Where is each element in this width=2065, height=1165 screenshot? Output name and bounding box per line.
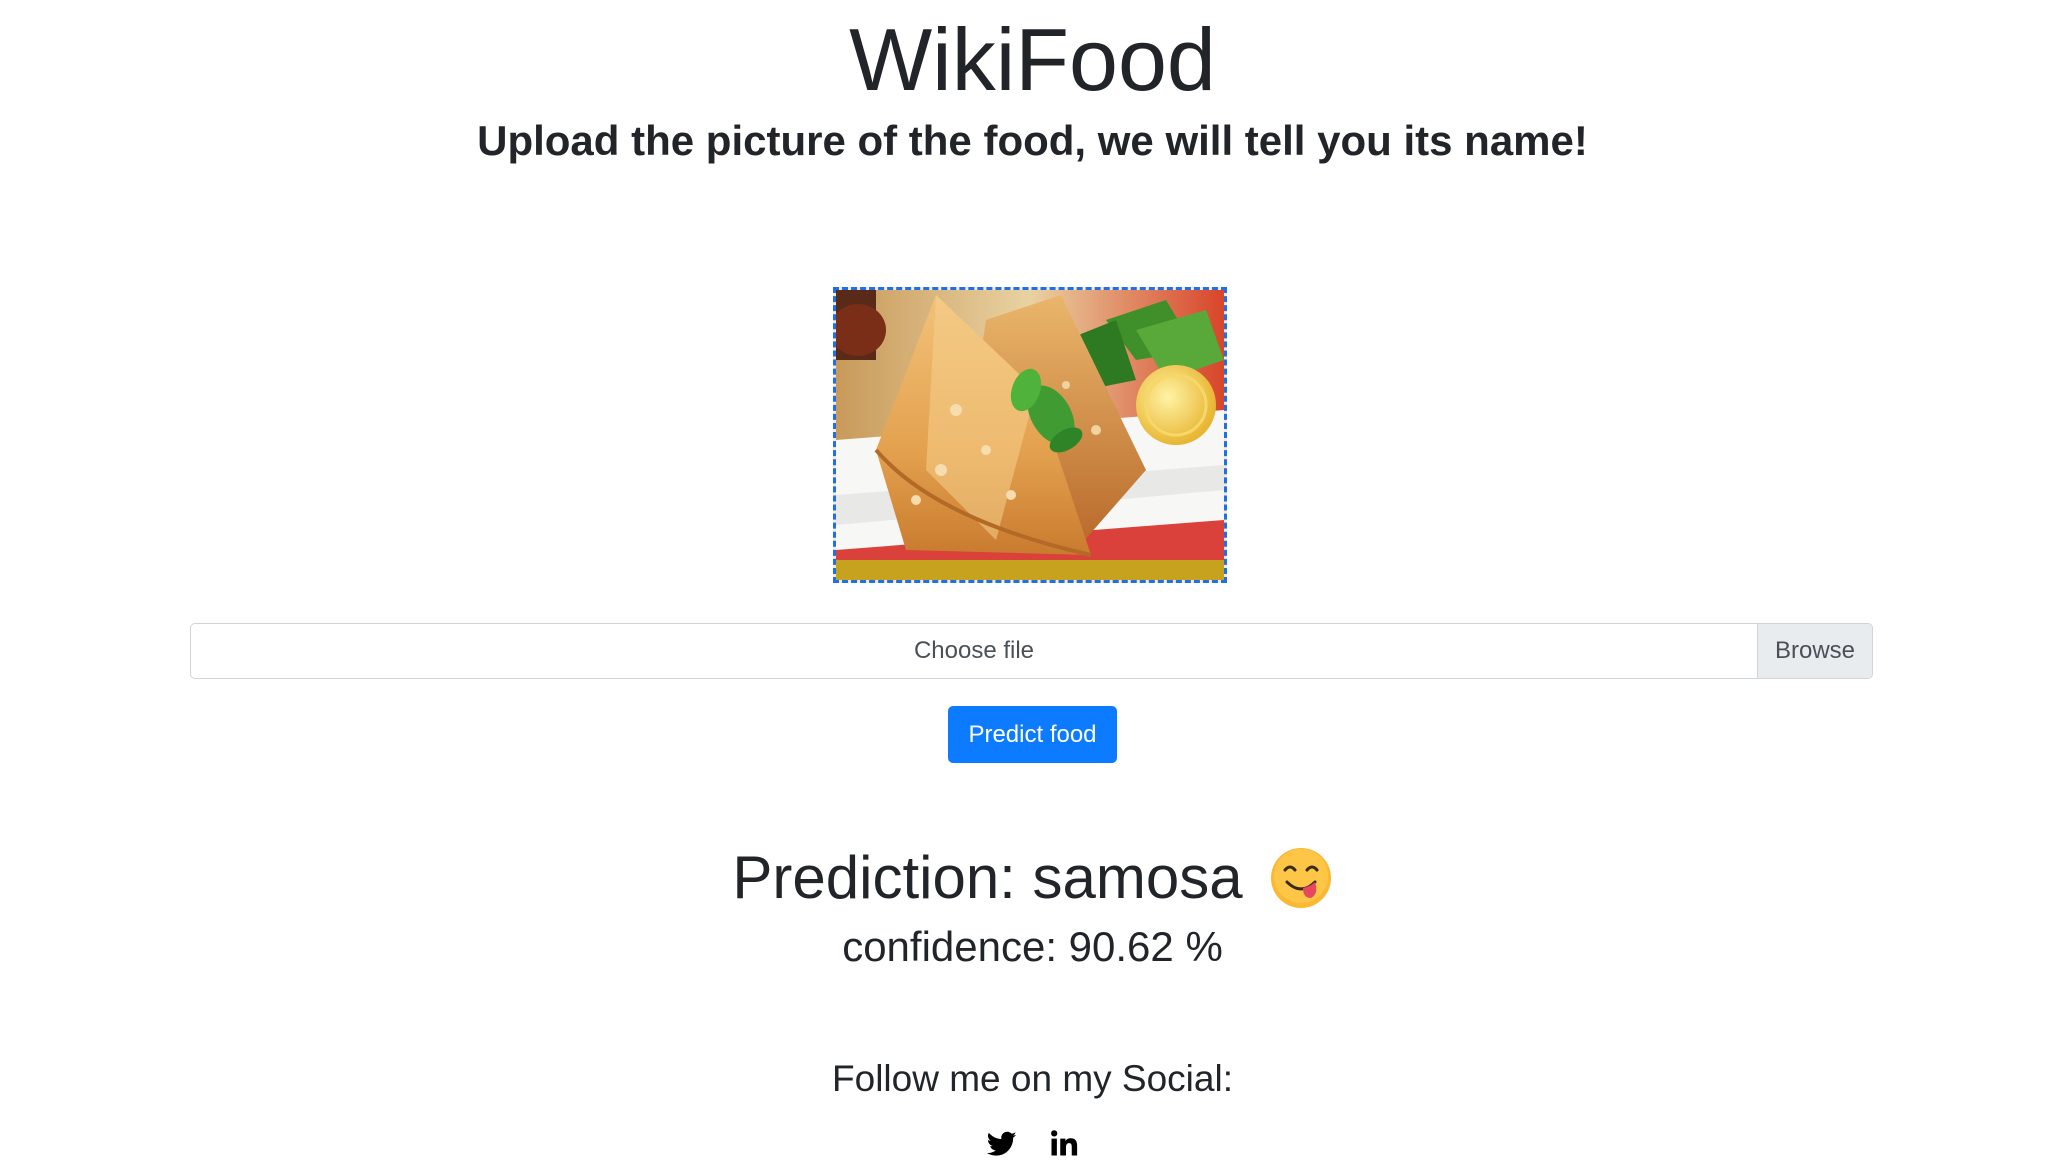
page-title: WikiFood — [849, 10, 1216, 109]
file-input[interactable]: Choose file Browse — [190, 623, 1873, 679]
food-preview-image — [833, 287, 1227, 583]
linkedin-icon[interactable] — [1049, 1128, 1079, 1158]
confidence-text: confidence: 90.62 % — [842, 923, 1223, 970]
twitter-icon[interactable] — [986, 1128, 1017, 1158]
social-links — [0, 1128, 2065, 1164]
browse-button[interactable]: Browse — [1757, 624, 1872, 678]
social-heading: Follow me on my Social: — [832, 1058, 1233, 1099]
samosa-photo — [836, 290, 1224, 580]
prediction-row: Prediction: samosa — [0, 838, 2065, 918]
prediction-text: Prediction: samosa — [732, 844, 1243, 911]
page-subtitle: Upload the picture of the food, we will … — [477, 117, 1588, 164]
file-input-label[interactable]: Choose file — [191, 624, 1757, 678]
page: WikiFood Upload the picture of the food,… — [0, 0, 2065, 1165]
face-savoring-food-icon — [1269, 846, 1333, 910]
predict-food-button[interactable]: Predict food — [948, 706, 1117, 763]
